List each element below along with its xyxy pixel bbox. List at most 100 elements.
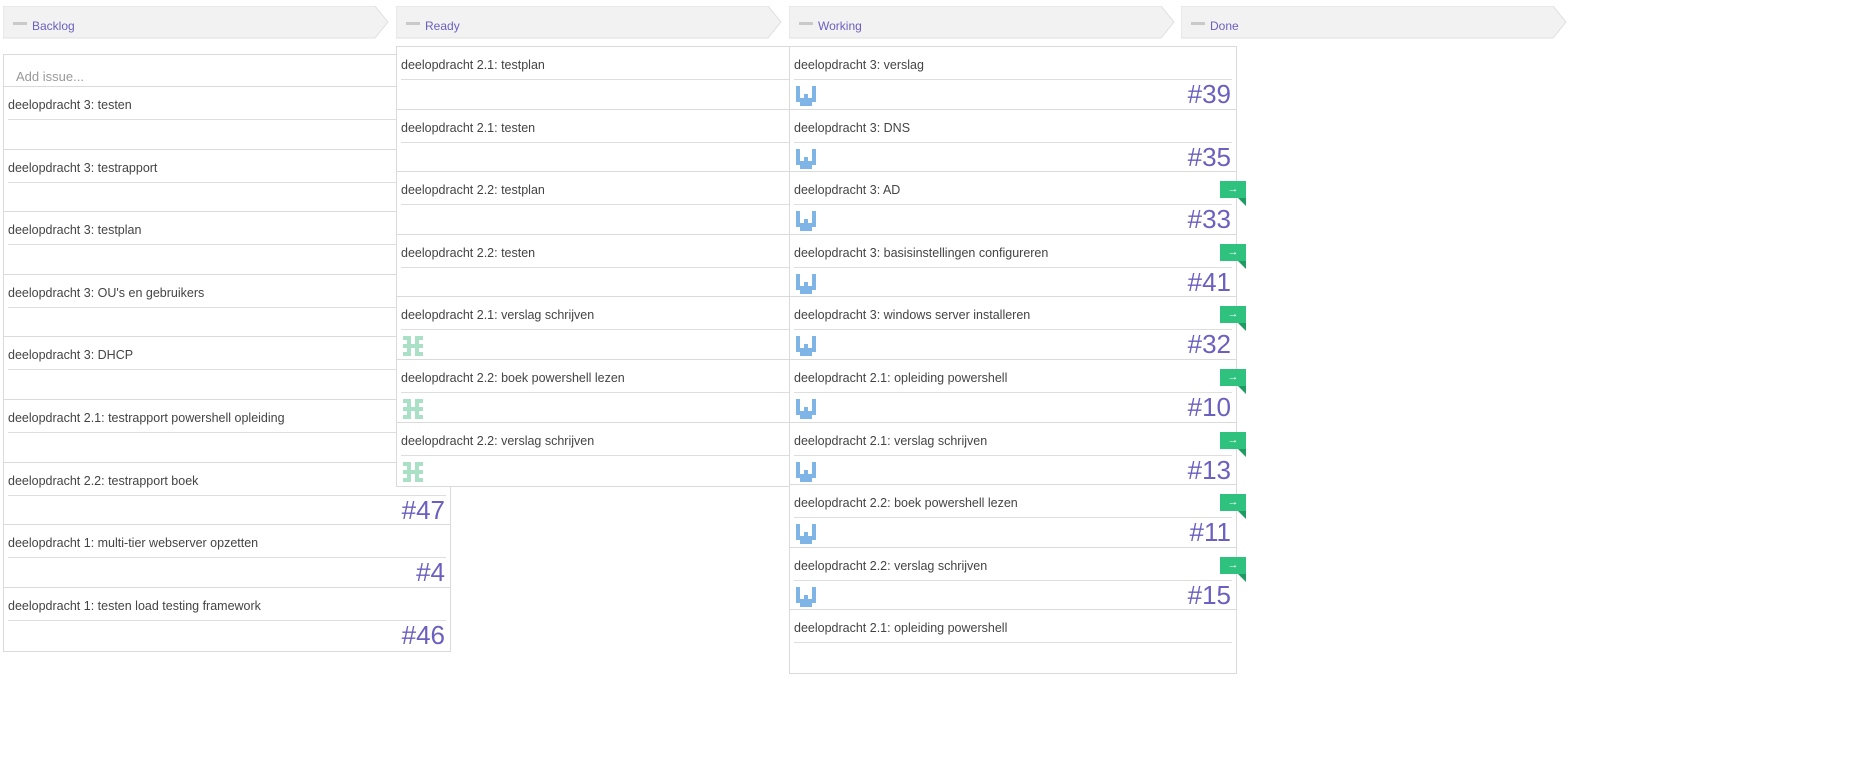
issue-card[interactable]: deelopdracht 3: OU's en gebruikers#36 (3, 273, 451, 339)
issue-card[interactable]: deelopdracht 3: basisinstellingen config… (789, 233, 1246, 299)
column-header[interactable]: Ready (396, 6, 844, 45)
issue-title: deelopdracht 2.1: verslag schrijven (794, 433, 988, 448)
blue-avatar-icon (796, 586, 816, 607)
tag-fold (1238, 198, 1246, 207)
issue-card[interactable]: deelopdracht 2.2: testrapport boek #47 (3, 461, 451, 527)
issue-number[interactable]: #10 (1188, 392, 1231, 422)
blue-avatar-icon (796, 273, 816, 294)
card-divider (8, 181, 446, 183)
move-arrow-icon[interactable]: → (1220, 306, 1246, 324)
card-divider (401, 266, 839, 268)
tag-fold (1238, 323, 1246, 332)
issue-number[interactable]: #33 (1188, 204, 1231, 234)
card-divider (794, 392, 1232, 393)
issue-card[interactable]: deelopdracht 3: DHCP#34 (3, 336, 451, 402)
issue-card[interactable]: deelopdracht 2.2: testplan#44 (396, 171, 844, 237)
issue-title: deelopdracht 3: DHCP (8, 348, 134, 363)
issue-card[interactable]: deelopdracht 3: windows server installer… (789, 296, 1246, 362)
collapse-icon[interactable] (406, 22, 420, 25)
move-arrow-icon[interactable]: → (1220, 494, 1246, 512)
green-avatar-icon (403, 336, 423, 357)
blue-avatar-icon (796, 86, 816, 106)
issue-card[interactable]: deelopdracht 2.1: verslag schrijven #13 → (789, 421, 1246, 487)
card-divider (794, 141, 1232, 143)
issue-card[interactable]: deelopdracht 2.1: testrapport powershell… (3, 399, 451, 464)
collapse-icon[interactable] (13, 22, 27, 25)
issue-title: deelopdracht 2.2: testplan (401, 183, 545, 198)
issue-number[interactable]: #39 (1188, 79, 1231, 109)
column-title: Ready (425, 19, 460, 33)
issue-title: deelopdracht 3: basisinstellingen config… (794, 245, 1049, 260)
card-divider (8, 306, 446, 308)
collapse-icon[interactable] (1191, 22, 1205, 25)
card-divider (794, 579, 1232, 581)
issue-title: deelopdracht 2.2: boek powershell lezen (401, 371, 625, 385)
issue-title: deelopdracht 3: OU's en gebruikers (8, 285, 205, 300)
card-divider (8, 557, 446, 559)
add-issue-input[interactable] (14, 65, 398, 87)
issue-card[interactable]: deelopdracht 3: DNS #35 (789, 108, 1237, 174)
issue-title: deelopdracht 3: DNS (794, 120, 911, 135)
column-title: Done (1210, 19, 1239, 33)
issue-card[interactable]: deelopdracht 3: testplan#37 (3, 211, 451, 277)
tag-fold (1238, 386, 1246, 394)
green-avatar-icon (403, 399, 423, 419)
issue-card[interactable]: deelopdracht 3: testrapport#38 (3, 148, 451, 214)
issue-card[interactable]: deelopdracht 1: testen load testing fram… (3, 586, 451, 652)
blue-avatar-icon (796, 211, 816, 232)
blue-avatar-icon (796, 524, 816, 545)
issue-title: deelopdracht 3: AD (794, 183, 901, 198)
issue-title: deelopdracht 2.1: testplan (401, 58, 545, 72)
issue-card[interactable]: deelopdracht 2.1: opleiding powershell (789, 609, 1237, 675)
tag-fold (1238, 448, 1246, 457)
issue-card[interactable]: deelopdracht 2.2: boek powershell lezen#… (789, 484, 1246, 550)
issue-title: deelopdracht 2.2: verslag schrijven (401, 433, 595, 448)
issue-title: deelopdracht 3: verslag (794, 58, 924, 72)
column-header[interactable]: Working (789, 6, 1237, 45)
issue-card[interactable]: deelopdracht 3: AD #33 → (789, 171, 1246, 237)
card-divider (8, 369, 446, 371)
move-arrow-icon[interactable]: → (1220, 369, 1246, 386)
issue-card[interactable]: deelopdracht 2.2: verslag schrijven#30 (396, 421, 844, 487)
issue-card[interactable]: deelopdracht 3: verslag #39 (789, 46, 1237, 111)
card-divider (794, 642, 1232, 644)
issue-title: deelopdracht 2.2: testen (401, 245, 536, 260)
issue-title: deelopdracht 2.1: testen (401, 120, 536, 135)
issue-number[interactable]: #47 (402, 495, 445, 525)
issue-number[interactable]: #46 (402, 620, 445, 650)
issue-number[interactable]: #11 (1190, 517, 1231, 547)
issue-card[interactable]: deelopdracht 3: testen#40 (3, 86, 451, 151)
issue-title: deelopdracht 2.1: testrapport powershell… (8, 411, 285, 425)
move-arrow-icon[interactable]: → (1220, 181, 1246, 199)
issue-number[interactable]: #15 (1188, 580, 1231, 610)
card-divider (794, 454, 1232, 456)
tag-fold (1238, 511, 1246, 520)
card-divider (401, 454, 839, 456)
issue-card[interactable]: deelopdracht 2.1: testplan#42 (396, 46, 844, 111)
column-header[interactable]: Backlog (3, 6, 451, 45)
issue-number[interactable]: #4 (416, 557, 445, 587)
move-arrow-icon[interactable]: → (1220, 431, 1246, 449)
issue-number[interactable]: #41 (1188, 267, 1231, 297)
column-title: Backlog (32, 19, 75, 33)
issue-card[interactable]: deelopdracht 2.1: testen#43 (396, 108, 844, 174)
issue-card[interactable]: deelopdracht 2.2: boek powershell lezen#… (396, 359, 844, 424)
kanban-board: Backlog+deelopdracht 3: testen#40deelopd… (0, 0, 1853, 758)
collapse-icon[interactable] (799, 22, 813, 25)
issue-number[interactable]: #35 (1188, 142, 1231, 172)
card-divider (401, 141, 839, 143)
issue-card[interactable]: deelopdracht 2.2: testen#45 (396, 233, 844, 299)
card-divider (794, 79, 1232, 80)
move-arrow-icon[interactable]: → (1220, 556, 1246, 574)
move-arrow-icon[interactable]: → (1220, 243, 1246, 261)
issue-title: deelopdracht 2.1: opleiding powershell (794, 621, 1008, 636)
issue-number[interactable]: #32 (1188, 329, 1231, 359)
issue-card[interactable]: deelopdracht 2.1: opleiding powershell #1… (789, 359, 1246, 424)
issue-card[interactable]: deelopdracht 2.1: verslag schrijven#25 (396, 296, 844, 362)
issue-card[interactable]: deelopdracht 2.2: verslag schrijven #15 → (789, 546, 1246, 612)
issue-card[interactable]: deelopdracht 1: multi-tier webserver opz… (3, 524, 451, 590)
column-header[interactable]: Done (1181, 6, 1629, 45)
card-divider (401, 392, 839, 393)
issue-title: deelopdracht 2.2: verslag schrijven (794, 558, 988, 573)
issue-number[interactable]: #13 (1188, 455, 1231, 485)
